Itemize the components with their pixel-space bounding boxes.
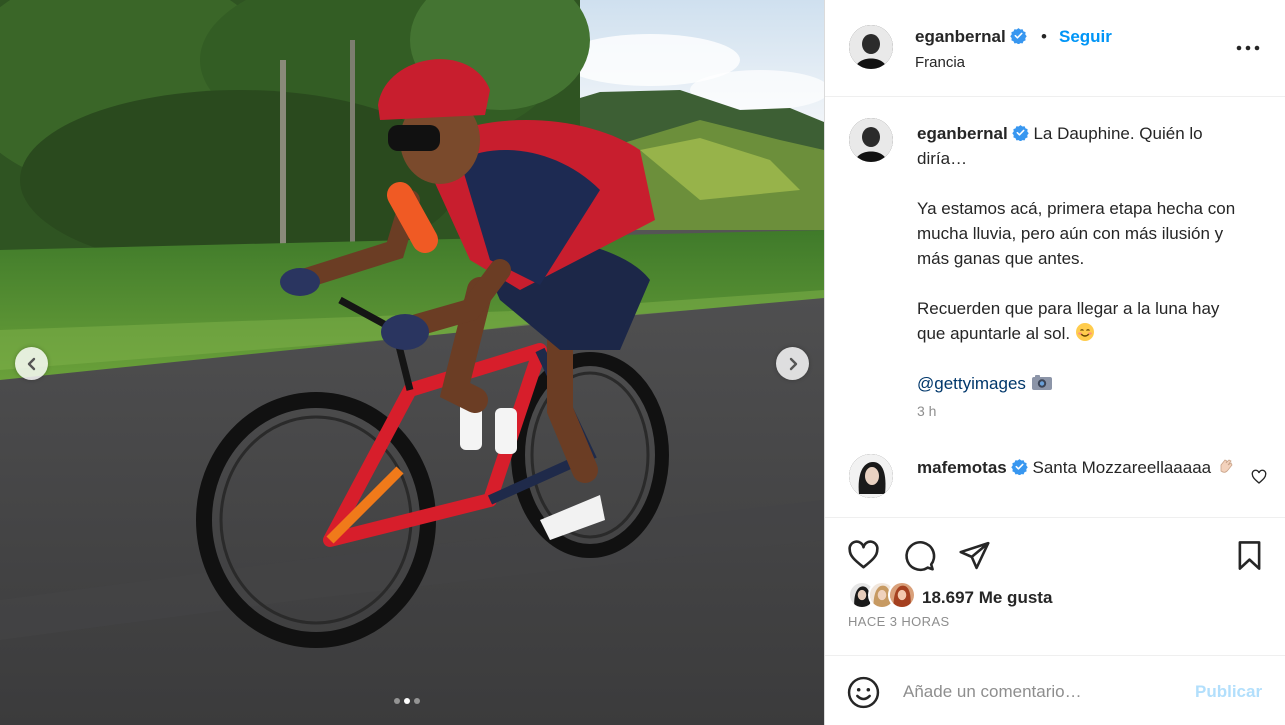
- more-options-icon[interactable]: [1235, 38, 1261, 58]
- caption-line-2: Ya estamos acá, primera etapa hecha con …: [917, 199, 1236, 268]
- post-media[interactable]: [0, 0, 824, 725]
- post-actions: 18.697 Me gusta HACE 3 HORAS: [825, 517, 1285, 657]
- post-side-panel: eganbernal • Seguir Francia eganbernal L…: [824, 0, 1285, 725]
- comment-item: mafemotas Santa Mozzareellaaaaa: [917, 455, 1237, 481]
- caption-username[interactable]: eganbernal: [917, 124, 1008, 143]
- carousel-dot-active: [404, 698, 410, 704]
- heart-icon: [848, 540, 879, 569]
- verified-badge-icon: [1011, 125, 1029, 141]
- comment-composer: Publicar: [825, 655, 1285, 725]
- cyclist-photo: [0, 0, 824, 725]
- comment-input[interactable]: [903, 678, 1173, 706]
- caption-timestamp[interactable]: 3 h: [917, 403, 936, 419]
- comment-button[interactable]: [903, 539, 936, 572]
- chevron-left-icon: [27, 357, 35, 370]
- carousel-dot: [394, 698, 400, 704]
- avatar[interactable]: [849, 454, 893, 498]
- avatar[interactable]: [849, 25, 893, 69]
- author-username-text[interactable]: eganbernal: [915, 27, 1006, 46]
- post-header: eganbernal • Seguir Francia: [825, 0, 1285, 97]
- emoji-smiley-icon[interactable]: [847, 676, 880, 709]
- avatar: [888, 581, 916, 609]
- clapping-hand-emoji-icon: [1220, 459, 1233, 473]
- blushing-face-emoji-icon: [1075, 323, 1094, 341]
- comments-list[interactable]: eganbernal La Dauphine. Quién lo diría… …: [825, 97, 1285, 517]
- header-separator: •: [1041, 27, 1047, 46]
- author-username[interactable]: eganbernal: [915, 27, 1027, 47]
- chevron-right-icon: [789, 357, 797, 370]
- bookmark-icon: [1238, 541, 1261, 570]
- like-button[interactable]: [847, 539, 880, 572]
- share-button[interactable]: [958, 539, 991, 572]
- carousel-dot: [414, 698, 420, 704]
- verified-badge-icon: [1009, 28, 1027, 44]
- save-button[interactable]: [1233, 539, 1266, 572]
- camera-emoji-icon: [1031, 375, 1052, 390]
- caption-line-3: Recuerden que para llegar a la luna hay …: [917, 299, 1220, 343]
- carousel-indicator: [394, 698, 420, 704]
- follow-button[interactable]: Seguir: [1059, 27, 1112, 47]
- share-paper-plane-icon: [959, 541, 990, 570]
- likers-avatars[interactable]: [848, 581, 918, 609]
- verified-badge-icon: [1011, 459, 1028, 475]
- next-slide-button[interactable]: [776, 347, 809, 380]
- post-time-ago[interactable]: HACE 3 HORAS: [848, 614, 950, 629]
- avatar[interactable]: [849, 118, 893, 162]
- likes-count[interactable]: 18.697 Me gusta: [922, 588, 1052, 608]
- post-caption: eganbernal La Dauphine. Quién lo diría… …: [917, 121, 1247, 396]
- comment-username[interactable]: mafemotas: [917, 458, 1007, 477]
- publish-button[interactable]: Publicar: [1195, 682, 1262, 702]
- previous-slide-button[interactable]: [15, 347, 48, 380]
- comment-bubble-icon: [905, 540, 936, 572]
- comment-text: Santa Mozzareellaaaaa: [1032, 458, 1212, 477]
- post-location[interactable]: Francia: [915, 54, 965, 71]
- comment-like-heart-icon[interactable]: [1251, 469, 1267, 485]
- mention-link[interactable]: @gettyimages: [917, 374, 1026, 393]
